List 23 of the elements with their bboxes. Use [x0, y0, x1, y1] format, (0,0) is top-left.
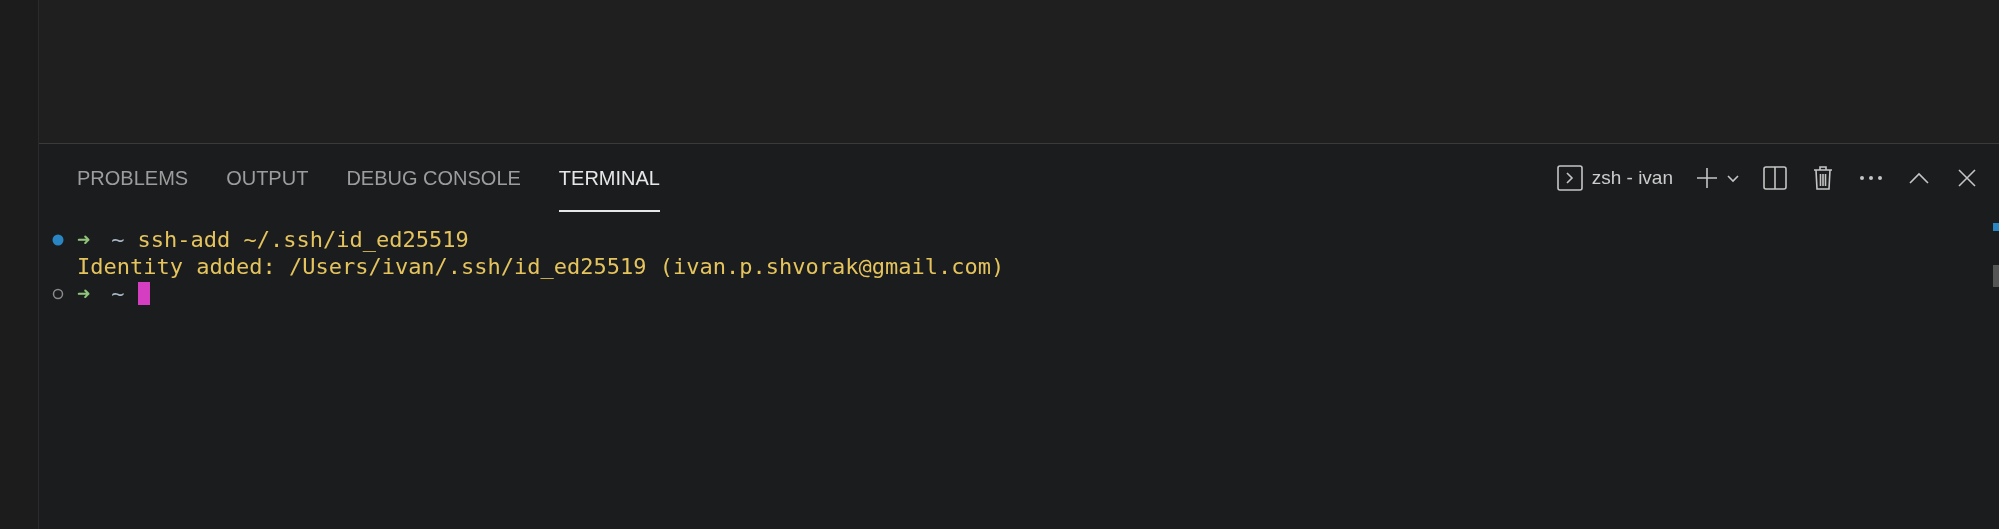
command-status-icon[interactable]	[52, 233, 64, 246]
split-icon	[1763, 166, 1787, 190]
prompt-directory: ~	[111, 281, 125, 306]
trash-icon	[1812, 165, 1834, 191]
terminal-selector[interactable]: zsh - ivan	[1556, 165, 1673, 191]
command-text: ssh-add ~/.ssh/id_ed25519	[137, 227, 469, 252]
prompt-arrow: ➜	[77, 281, 91, 306]
close-icon	[1957, 168, 1977, 188]
terminal-icon	[1556, 165, 1583, 191]
scrollbar-thumb[interactable]	[1993, 265, 1999, 287]
prompt-arrow: ➜	[77, 227, 91, 252]
plus-icon	[1695, 166, 1719, 190]
overview-ruler-mark	[1993, 223, 1999, 231]
panel-tab[interactable]: PROBLEMS	[77, 144, 189, 212]
output-text: Identity added: /Users/ivan/.ssh/id_ed25519 (ivan.p.shvorak@gmail.com)	[77, 254, 1005, 279]
command-status-icon[interactable]	[52, 287, 64, 300]
more-icon	[1859, 175, 1883, 181]
panel-tab[interactable]: OUTPUT	[226, 144, 309, 212]
panel-tab[interactable]: DEBUG CONSOLE	[346, 144, 521, 212]
prompt-directory: ~	[111, 227, 125, 252]
chevron-up-icon	[1908, 172, 1930, 184]
panel-tab[interactable]: TERMINAL	[558, 144, 660, 212]
chevron-down-icon	[1726, 173, 1740, 183]
